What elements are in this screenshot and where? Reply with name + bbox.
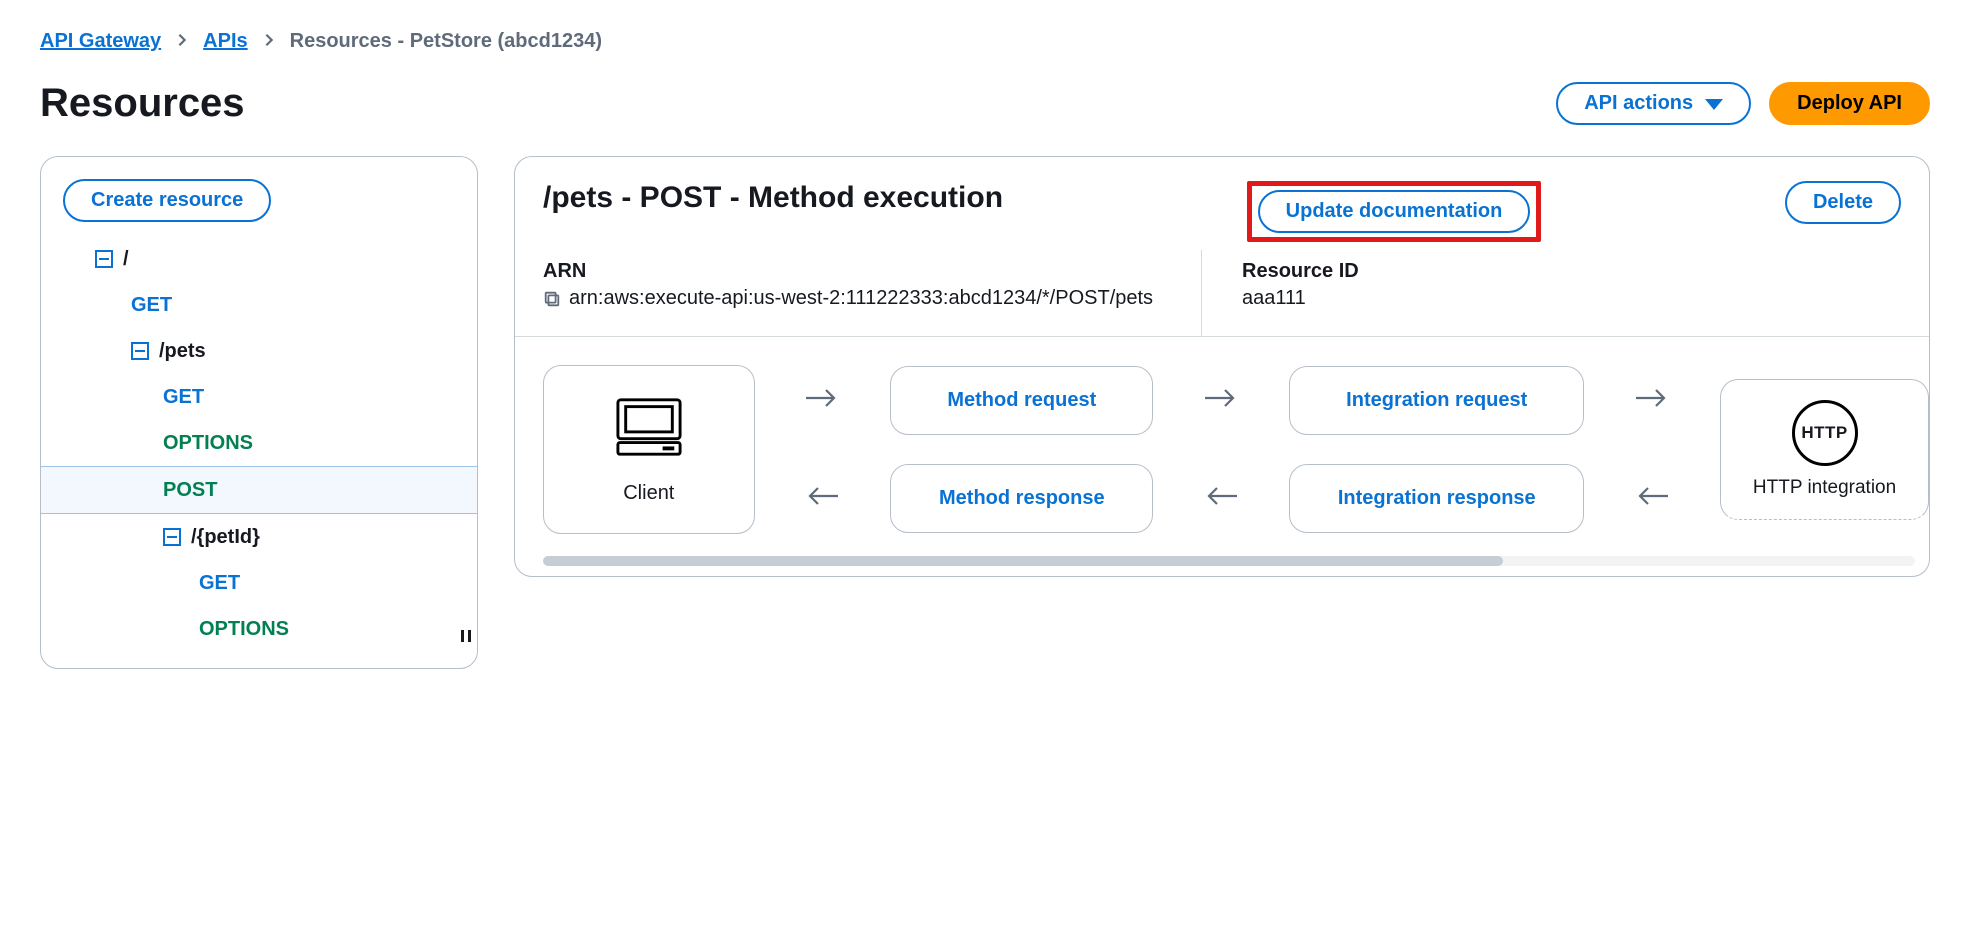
tree-method-label: OPTIONS bbox=[163, 426, 253, 460]
arrow-right-icon bbox=[1612, 384, 1692, 417]
arrow-left-icon bbox=[1612, 482, 1692, 515]
tree-node-root[interactable]: / bbox=[41, 236, 477, 282]
breadcrumb-api-gateway[interactable]: API Gateway bbox=[40, 30, 161, 53]
tree-method-label: GET bbox=[163, 380, 204, 414]
tree-path-label: / bbox=[123, 242, 129, 276]
tree-node-pets-get[interactable]: GET bbox=[41, 374, 477, 420]
arn-label: ARN bbox=[543, 260, 1202, 283]
tree-method-label: POST bbox=[163, 473, 217, 507]
arn-value: arn:aws:execute-api:us-west-2:111222333:… bbox=[569, 287, 1153, 310]
arrow-right-icon bbox=[783, 384, 863, 417]
breadcrumb-apis[interactable]: APIs bbox=[203, 30, 247, 53]
flow-client: Client bbox=[543, 365, 755, 534]
tree-node-pets[interactable]: /pets bbox=[41, 328, 477, 374]
execution-flow-diagram: Client Method request Integration reques… bbox=[543, 365, 1929, 534]
tree-method-label: GET bbox=[199, 566, 240, 600]
flow-client-label: Client bbox=[623, 482, 674, 505]
scrollbar-thumb[interactable] bbox=[543, 556, 1503, 566]
flow-endpoint-label: HTTP integration bbox=[1753, 476, 1896, 500]
flow-integration-request[interactable]: Integration request bbox=[1289, 366, 1584, 435]
method-title: /pets - POST - Method execution bbox=[543, 181, 1003, 215]
resource-id-label: Resource ID bbox=[1242, 260, 1901, 283]
method-detail-panel: /pets - POST - Method execution Update d… bbox=[514, 156, 1930, 577]
resource-tree: / GET /pets GET OPTIONS POST /{petId} bbox=[41, 236, 477, 652]
tree-path-label: /{petId} bbox=[191, 520, 260, 554]
resource-tree-panel: Create resource / GET /pets GET OPTIONS … bbox=[40, 156, 478, 669]
breadcrumb-current: Resources - PetStore (abcd1234) bbox=[290, 30, 602, 53]
create-resource-button[interactable]: Create resource bbox=[63, 179, 271, 222]
horizontal-scrollbar[interactable] bbox=[543, 556, 1915, 566]
flow-integration-response[interactable]: Integration response bbox=[1289, 464, 1584, 533]
breadcrumb: API Gateway APIs Resources - PetStore (a… bbox=[40, 30, 1930, 53]
tree-method-label: GET bbox=[131, 288, 172, 322]
tree-node-pets-options[interactable]: OPTIONS bbox=[41, 420, 477, 466]
page-header: Resources API actions Deploy API bbox=[40, 81, 1930, 126]
tree-node-petid-options[interactable]: OPTIONS bbox=[41, 606, 477, 652]
api-actions-label: API actions bbox=[1584, 92, 1693, 115]
flow-method-response[interactable]: Method response bbox=[890, 464, 1153, 533]
tree-node-petid[interactable]: /{petId} bbox=[41, 514, 477, 560]
chevron-right-icon bbox=[175, 30, 189, 53]
copy-icon[interactable] bbox=[543, 290, 561, 314]
http-badge: HTTP bbox=[1792, 400, 1858, 466]
arrow-right-icon bbox=[1181, 384, 1261, 417]
tree-path-label: /pets bbox=[159, 334, 206, 368]
tree-method-label: OPTIONS bbox=[199, 612, 289, 646]
chevron-right-icon bbox=[262, 30, 276, 53]
client-icon bbox=[610, 394, 688, 468]
page-title: Resources bbox=[40, 81, 245, 126]
resize-handle-icon[interactable] bbox=[461, 630, 471, 642]
delete-button[interactable]: Delete bbox=[1785, 181, 1901, 224]
tree-node-root-get[interactable]: GET bbox=[41, 282, 477, 328]
tree-node-petid-get[interactable]: GET bbox=[41, 560, 477, 606]
tree-node-pets-post[interactable]: POST bbox=[41, 466, 477, 514]
collapse-icon[interactable] bbox=[95, 250, 113, 268]
caret-down-icon bbox=[1705, 99, 1723, 110]
resource-id-value: aaa111 bbox=[1242, 287, 1306, 310]
highlight-annotation: Update documentation bbox=[1247, 181, 1542, 242]
update-documentation-button[interactable]: Update documentation bbox=[1258, 190, 1531, 233]
api-actions-button[interactable]: API actions bbox=[1556, 82, 1751, 125]
flow-endpoint: HTTP HTTP integration bbox=[1720, 379, 1929, 521]
deploy-api-button[interactable]: Deploy API bbox=[1769, 82, 1930, 125]
flow-method-request[interactable]: Method request bbox=[890, 366, 1153, 435]
collapse-icon[interactable] bbox=[163, 528, 181, 546]
collapse-icon[interactable] bbox=[131, 342, 149, 360]
arrow-left-icon bbox=[783, 482, 863, 515]
arrow-left-icon bbox=[1181, 482, 1261, 515]
